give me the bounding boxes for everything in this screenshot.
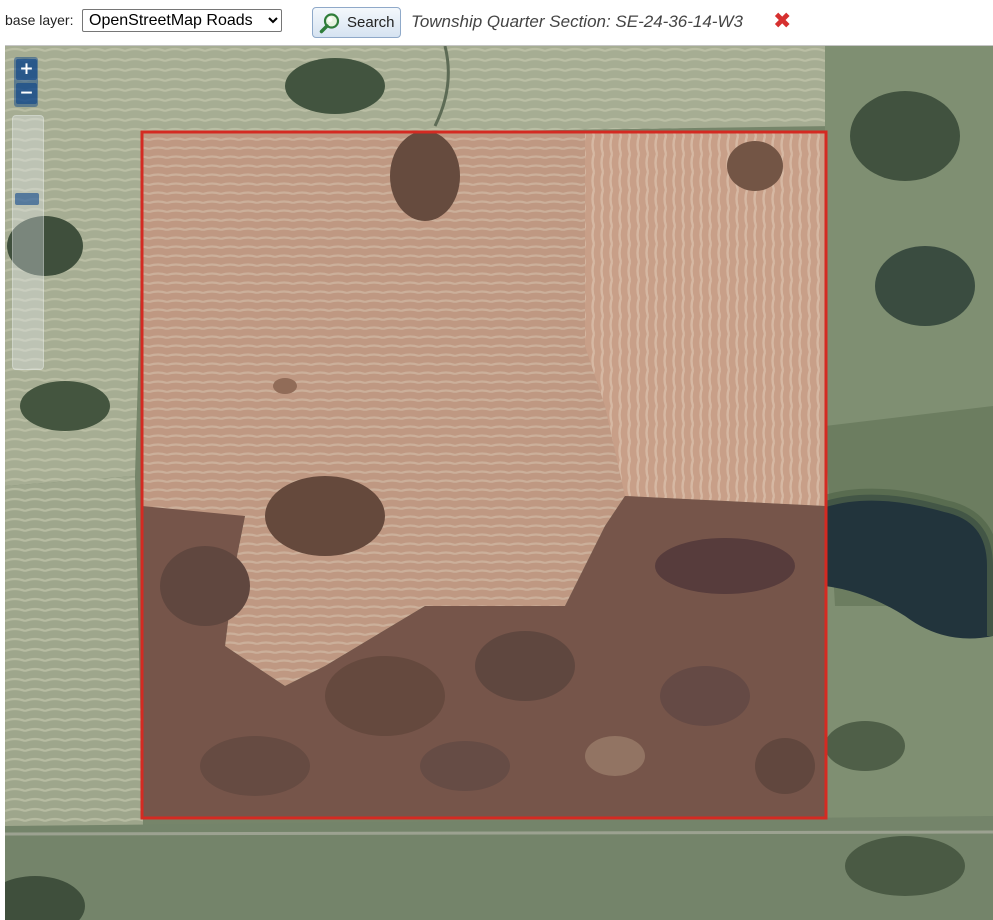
zoom-in-button[interactable]: + [16, 59, 37, 80]
zoom-slider-handle[interactable] [15, 193, 39, 205]
zoom-slider-track[interactable] [12, 115, 44, 370]
close-icon[interactable]: ✖ [773, 10, 793, 32]
search-button-label: Search [347, 14, 395, 31]
search-button[interactable]: Search [312, 7, 401, 38]
zoom-out-button[interactable]: − [16, 83, 37, 104]
satellite-imagery [5, 46, 993, 920]
map-viewport[interactable]: + − [5, 45, 993, 920]
section-title: Township Quarter Section: SE-24-36-14-W3 [411, 12, 743, 31]
base-layer-label: base layer: [5, 12, 74, 28]
quarter-section-boundary [140, 130, 828, 820]
map-toolbar: base layer: OpenStreetMap Roads Search T… [0, 0, 993, 44]
base-layer-select[interactable]: OpenStreetMap Roads [82, 9, 282, 32]
magnifier-icon [319, 13, 340, 34]
